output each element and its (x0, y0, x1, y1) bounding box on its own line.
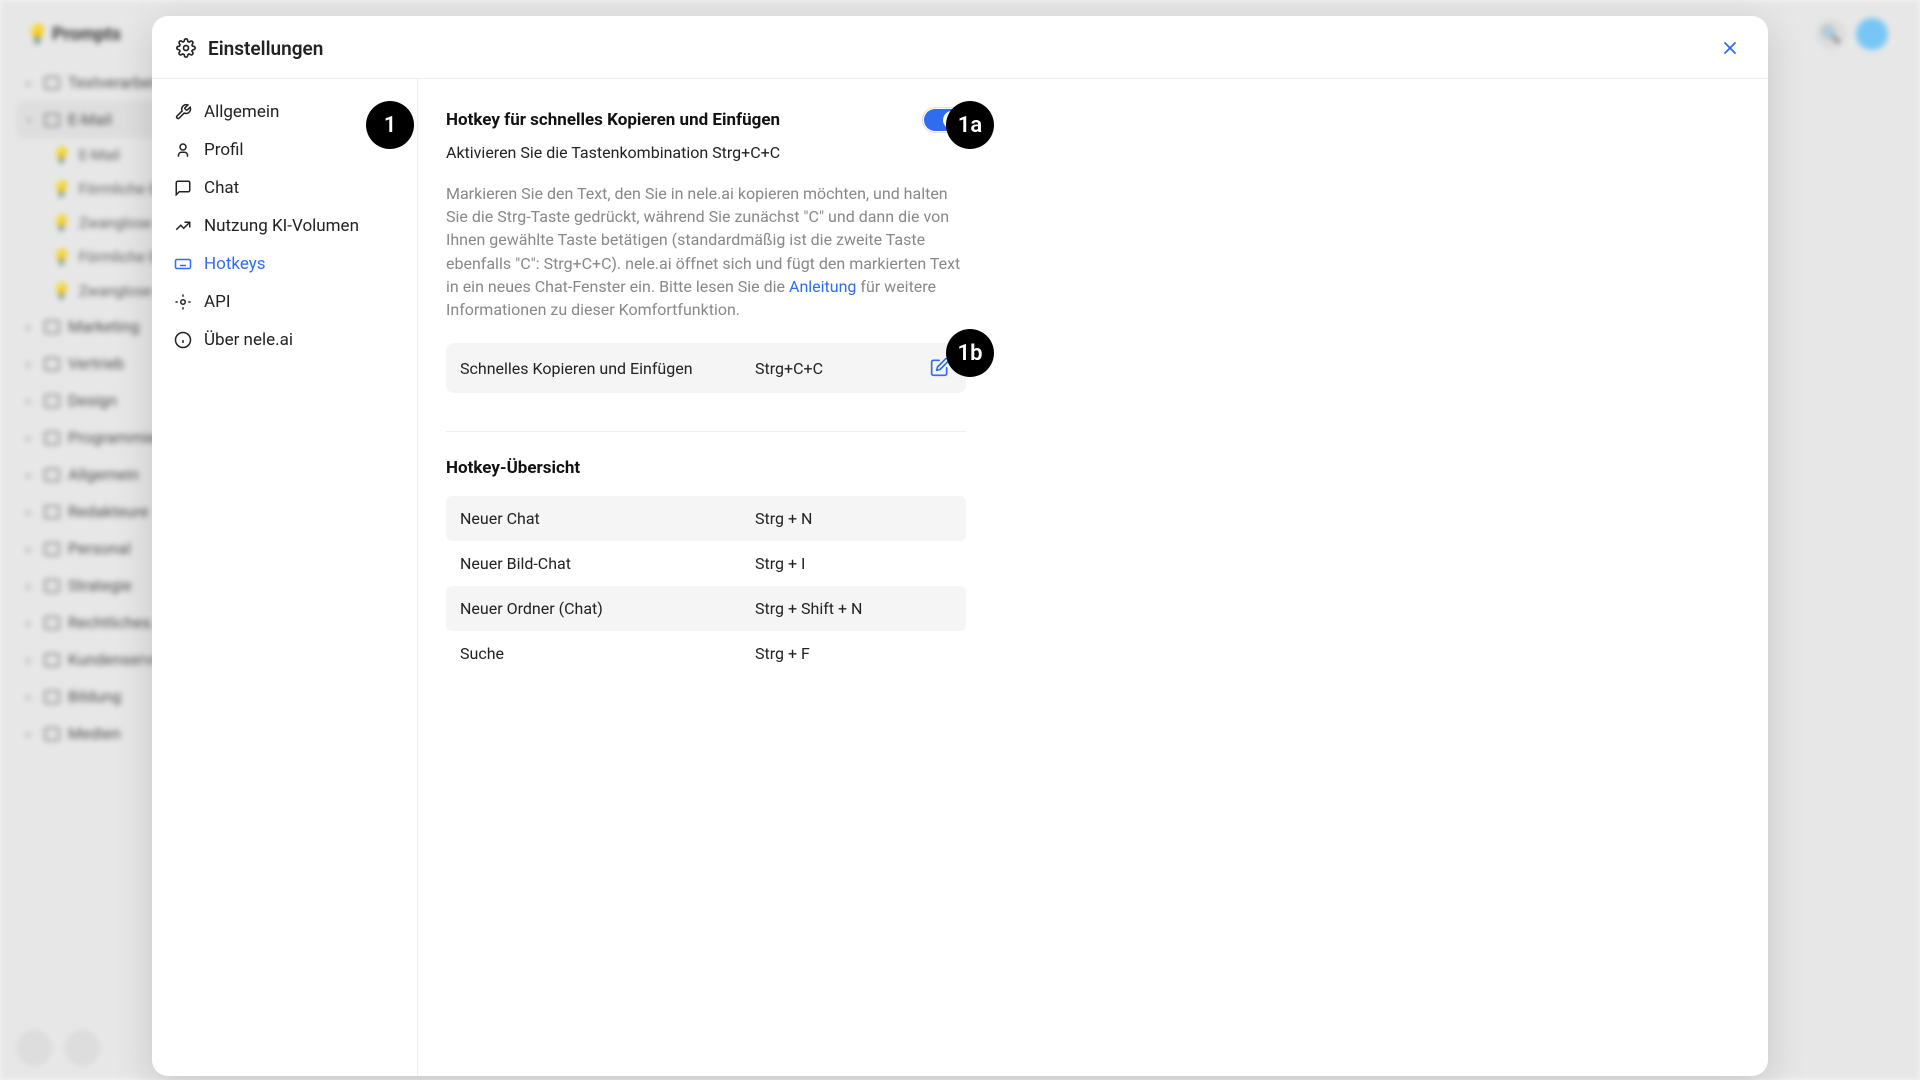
nav-item-label: Über nele.ai (204, 330, 293, 350)
close-icon (1720, 38, 1740, 58)
nav-item-label: Profil (204, 140, 244, 160)
nav-item-label: Chat (204, 178, 239, 198)
allgemein-icon (174, 103, 192, 121)
nav-item-label: Allgemein (204, 102, 279, 122)
quick-copy-label: Schnelles Kopieren und Einfügen (460, 359, 755, 378)
nav-item-nutzung[interactable]: Nutzung KI-Volumen (162, 207, 407, 245)
nutzung-icon (174, 217, 192, 235)
settings-content: 1 1a 1b Hotkey für schnelles Kopieren un… (418, 79, 1768, 1076)
nav-item-label: API (204, 292, 230, 312)
settings-nav: Allgemein Profil Chat Nutzung KI-Volumen Hot… (152, 79, 418, 1076)
quick-copy-keys: Strg+C+C (755, 359, 930, 378)
overview-keys: Strg + Shift + N (755, 599, 862, 618)
annotation-1a: 1a (946, 101, 994, 149)
overview-label: Neuer Bild-Chat (460, 554, 755, 573)
close-button[interactable] (1716, 34, 1744, 62)
overview-row: Neuer ChatStrg + N (446, 496, 966, 541)
ueber-icon (174, 331, 192, 349)
nav-item-label: Nutzung KI-Volumen (204, 216, 359, 236)
nav-item-chat[interactable]: Chat (162, 169, 407, 207)
section-title: Hotkey für schnelles Kopieren und Einfüg… (446, 110, 780, 130)
overview-title: Hotkey-Übersicht (446, 458, 966, 478)
section-description: Markieren Sie den Text, den Sie in nele.… (446, 182, 966, 321)
overview-row: SucheStrg + F (446, 631, 966, 676)
modal-overlay: Einstellungen Allgemein Profil Chat Nutzung… (0, 0, 1920, 1080)
annotation-1b: 1b (946, 329, 994, 377)
overview-keys: Strg + N (755, 509, 812, 528)
quick-copy-row: Schnelles Kopieren und Einfügen Strg+C+C (446, 343, 966, 393)
overview-label: Neuer Ordner (Chat) (460, 599, 755, 618)
hotkeys-icon (174, 255, 192, 273)
overview-keys: Strg + F (755, 644, 810, 663)
api-icon (174, 293, 192, 311)
nav-item-api[interactable]: API (162, 283, 407, 321)
annotation-1: 1 (366, 101, 414, 149)
chat-icon (174, 179, 192, 197)
modal-header: Einstellungen (152, 16, 1768, 79)
overview-label: Suche (460, 644, 755, 663)
settings-modal: Einstellungen Allgemein Profil Chat Nutzung… (152, 16, 1768, 1076)
anleitung-link[interactable]: Anleitung (789, 277, 856, 296)
nav-item-ueber[interactable]: Über nele.ai (162, 321, 407, 359)
nav-item-label: Hotkeys (204, 254, 266, 274)
profil-icon (174, 141, 192, 159)
overview-row: Neuer Bild-ChatStrg + I (446, 541, 966, 586)
hotkey-overview-table: Neuer ChatStrg + NNeuer Bild-ChatStrg + … (446, 496, 966, 676)
overview-label: Neuer Chat (460, 509, 755, 528)
nav-item-hotkeys[interactable]: Hotkeys (162, 245, 407, 283)
modal-title-text: Einstellungen (208, 37, 323, 60)
divider (446, 431, 966, 432)
overview-row: Neuer Ordner (Chat)Strg + Shift + N (446, 586, 966, 631)
gear-icon (176, 38, 196, 58)
overview-keys: Strg + I (755, 554, 805, 573)
section-subtitle: Aktivieren Sie die Tastenkombination Str… (446, 143, 966, 162)
